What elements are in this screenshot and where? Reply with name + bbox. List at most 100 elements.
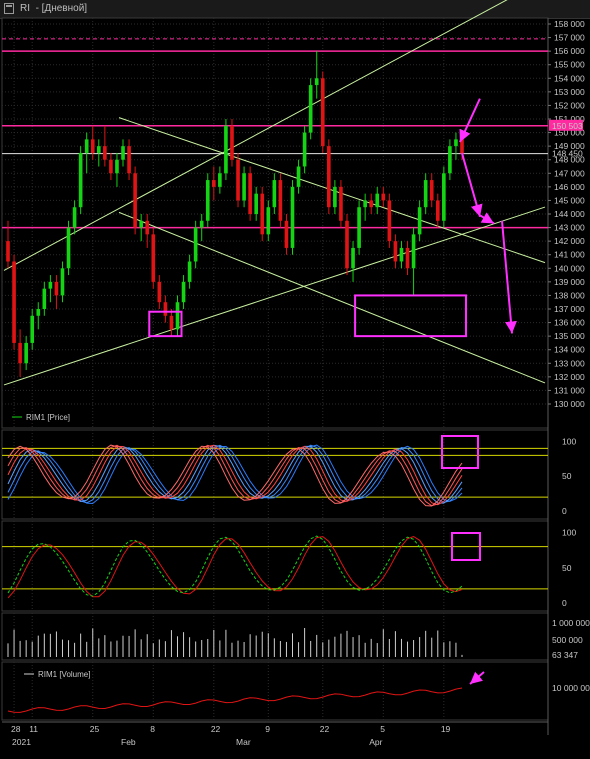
pane-frame-vol (1, 612, 549, 661)
volume-y-tick-label: 1 000 000 (552, 618, 590, 628)
price-y-tick-label: 133 000 (554, 358, 585, 368)
time-axis-month-label: Apr (369, 737, 382, 747)
candle-body (211, 180, 216, 187)
candle-body (411, 234, 416, 269)
time-axis-tick-label: 25 (90, 724, 100, 734)
price-y-tick-label: 143 000 (554, 223, 585, 233)
price-y-tick-label: 141 000 (554, 250, 585, 260)
time-axis-tick-label: 28 (11, 724, 21, 734)
candle-body (224, 125, 228, 174)
candle-body (308, 85, 313, 133)
price-y-tick-label: 145 000 (554, 195, 585, 205)
candle-body (296, 166, 301, 187)
candle-body (302, 132, 307, 167)
candle-body (290, 186, 295, 248)
candle-body (442, 173, 446, 221)
candle-body (54, 281, 59, 296)
candle-body (12, 261, 16, 343)
time-axis-tick-label: 22 (320, 724, 330, 734)
candle-body (78, 152, 83, 208)
candle-body (266, 207, 271, 235)
candle-body (18, 342, 22, 364)
price-y-tick-label: 147 000 (554, 168, 585, 178)
candle-body (109, 159, 113, 174)
candle-body (42, 288, 47, 309)
candle-body (169, 315, 174, 330)
volume-y-tick-label: 63 347 (552, 650, 578, 660)
candle-body (48, 281, 53, 289)
candle-body (369, 200, 374, 208)
stoch1-y-tick-label: 50 (562, 471, 572, 481)
candle-body (448, 146, 452, 174)
time-axis-tick-label: 5 (380, 724, 385, 734)
price-y-tick-label: 142 000 (554, 236, 585, 246)
price-y-tick-label: 155 000 (554, 60, 585, 70)
candle-body (6, 241, 10, 262)
candle-body (242, 173, 246, 201)
candle-body (181, 281, 186, 303)
time-axis-tick-label: 19 (441, 724, 451, 734)
candle-body (454, 139, 458, 147)
candle-body (157, 281, 162, 303)
candle-body (139, 220, 143, 228)
candle-body (333, 186, 337, 208)
chart-area[interactable]: 158 000 157 000 156 000 155 000 154 000 153 0… (0, 0, 590, 759)
candle-body (284, 220, 289, 248)
candle-body (429, 180, 434, 201)
candle-body (357, 207, 361, 248)
time-axis-month-label: 2021 (12, 737, 31, 747)
price-y-tick-label: 130 000 (554, 399, 585, 409)
candle-body (230, 125, 234, 160)
candle-body (163, 302, 168, 316)
stoch2-y-tick-label: 0 (562, 598, 567, 608)
price-y-tick-label: 144 000 (554, 209, 585, 219)
candle-body (24, 342, 28, 364)
candle-body (60, 268, 65, 296)
candle-body (260, 193, 265, 235)
stoch1-y-tick-label: 100 (562, 436, 576, 446)
price-legend-label: RIM1 [Price] (26, 413, 70, 422)
candle-body (193, 227, 198, 262)
time-axis-tick-label: 8 (150, 724, 155, 734)
price-y-tick-label: 152 000 (554, 100, 585, 110)
time-axis-month-label: Feb (121, 737, 136, 747)
candle-body (327, 146, 331, 208)
highlight-price-label: 150 503 (552, 121, 583, 131)
candle-body (205, 180, 210, 221)
candle-body (375, 193, 380, 208)
candle-body (393, 241, 398, 262)
pane-frame-s2 (1, 520, 549, 612)
candle-body (30, 315, 35, 343)
volume-line-y-tick-label: 10 000 000 (552, 683, 590, 693)
candle-body (345, 220, 349, 269)
candle-body (133, 173, 137, 228)
candle-body (151, 234, 156, 282)
candle-body (66, 227, 71, 269)
candle-body (236, 159, 240, 201)
candle-body (199, 220, 204, 228)
price-y-tick-label: 132 000 (554, 372, 585, 382)
time-axis-tick-label: 11 (29, 724, 38, 734)
candle-body (423, 180, 428, 208)
candle-body (103, 146, 107, 160)
candle-body (127, 146, 131, 174)
candle-body (84, 139, 89, 153)
time-axis-month-label: Mar (236, 737, 251, 747)
pane-frame-s1 (1, 429, 549, 520)
stoch1-y-tick-label: 0 (562, 506, 567, 516)
candle-body (96, 146, 101, 153)
price-y-tick-label: 140 000 (554, 263, 585, 273)
volume-y-tick-label: 500 000 (552, 635, 583, 645)
price-y-tick-label: 158 000 (554, 19, 585, 29)
candle-body (399, 247, 404, 262)
candle-body (254, 193, 259, 214)
candle-body (145, 220, 150, 235)
candle-body (278, 180, 283, 221)
price-y-tick-label: 134 000 (554, 345, 585, 355)
price-y-tick-label: 136 000 (554, 318, 585, 328)
price-y-tick-label: 139 000 (554, 277, 585, 287)
candle-body (175, 302, 180, 330)
candle-body (387, 200, 392, 242)
price-y-tick-label: 137 000 (554, 304, 585, 314)
stoch2-y-tick-label: 100 (562, 528, 576, 538)
